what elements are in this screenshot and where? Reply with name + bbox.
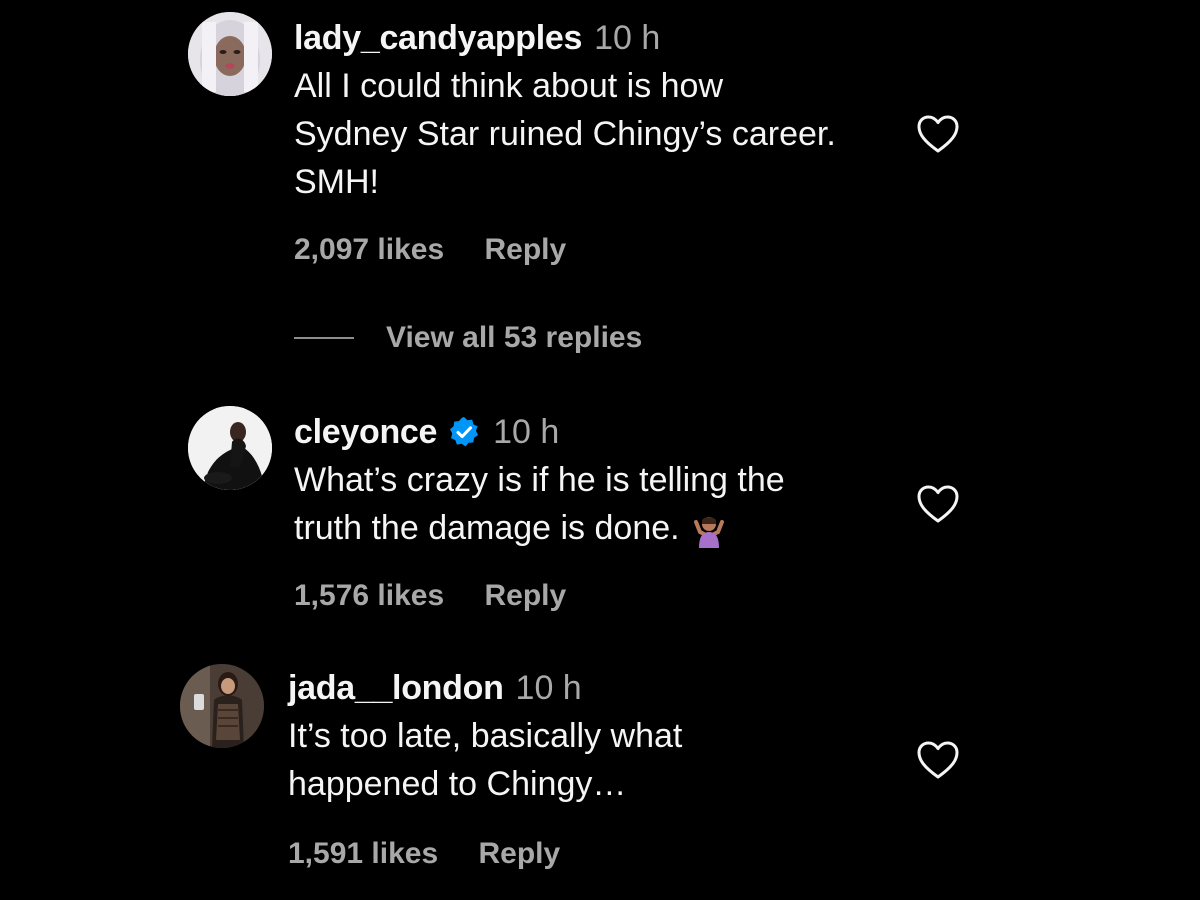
like-count[interactable]: 1,576 likes (294, 578, 444, 614)
person-shrugging-emoji (690, 513, 728, 549)
avatar[interactable] (180, 664, 264, 748)
username[interactable]: jada__london (288, 668, 504, 708)
comment-text-line: truth the damage is done. (294, 509, 680, 547)
verified-badge-icon (447, 415, 481, 449)
timestamp: 10 h (493, 413, 560, 451)
comment-text-line: All I could think about is how (294, 67, 724, 105)
avatar-photo-icon (188, 406, 272, 490)
comment-text-line: happened to Chingy… (288, 765, 627, 803)
like-count[interactable]: 2,097 likes (294, 232, 444, 268)
comment-text-line: It’s too late, basically what (288, 717, 683, 755)
heart-outline-icon[interactable] (916, 484, 960, 524)
comment-text-line: What’s crazy is if he is telling the (294, 461, 785, 499)
avatar[interactable] (188, 12, 272, 96)
comment-text: What’s crazy is if he is telling the tru… (294, 456, 785, 552)
reply-button[interactable]: Reply (484, 578, 566, 614)
comment-text-line: SMH! (294, 163, 379, 201)
avatar-photo-icon (180, 664, 264, 748)
timestamp: 10 h (594, 19, 661, 57)
view-replies-button[interactable]: View all 53 replies (294, 318, 642, 358)
comment-header: cleyonce 10 h (294, 412, 559, 452)
comment-header: jada__london 10 h (288, 668, 582, 708)
comment-text: It’s too late, basically what happened t… (288, 712, 682, 808)
avatar[interactable] (188, 406, 272, 490)
timestamp: 10 h (515, 669, 582, 707)
username[interactable]: cleyonce (294, 412, 437, 452)
like-count[interactable]: 1,591 likes (288, 836, 438, 872)
comment-meta: 1,591 likes Reply (288, 836, 560, 872)
reply-button[interactable]: Reply (484, 232, 566, 268)
comment-header: lady_candyapples 10 h (294, 18, 660, 58)
comment-meta: 2,097 likes Reply (294, 232, 566, 268)
username[interactable]: lady_candyapples (294, 18, 582, 58)
comment-text: All I could think about is how Sydney St… (294, 62, 836, 206)
comment-text-line: Sydney Star ruined Chingy’s career. (294, 115, 836, 153)
heart-outline-icon[interactable] (916, 114, 960, 154)
divider (294, 337, 354, 339)
view-replies-label: View all 53 replies (386, 321, 643, 354)
comment-meta: 1,576 likes Reply (294, 578, 566, 614)
avatar-photo-icon (188, 12, 272, 96)
comment-text-line-with-emoji: truth the damage is done. (294, 504, 785, 552)
heart-outline-icon[interactable] (916, 740, 960, 780)
reply-button[interactable]: Reply (478, 836, 560, 872)
